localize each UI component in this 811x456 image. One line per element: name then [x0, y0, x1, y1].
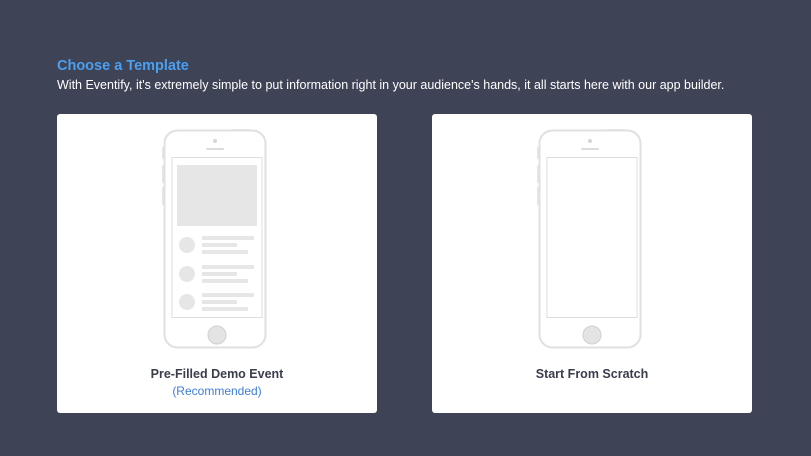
template-card-scratch[interactable]: Start From Scratch [432, 114, 752, 413]
template-card-demo[interactable]: Pre-Filled Demo Event (Recommended) [57, 114, 377, 413]
recommended-label: (Recommended) [172, 384, 262, 398]
phone-demo-icon [162, 129, 267, 349]
template-label: Pre-Filled Demo Event [150, 367, 284, 381]
page-description: With Eventify, it's extremely simple to … [57, 78, 725, 92]
template-label: Start From Scratch [535, 367, 649, 381]
page-title: Choose a Template [57, 58, 189, 74]
phone-blank-icon [537, 129, 642, 349]
